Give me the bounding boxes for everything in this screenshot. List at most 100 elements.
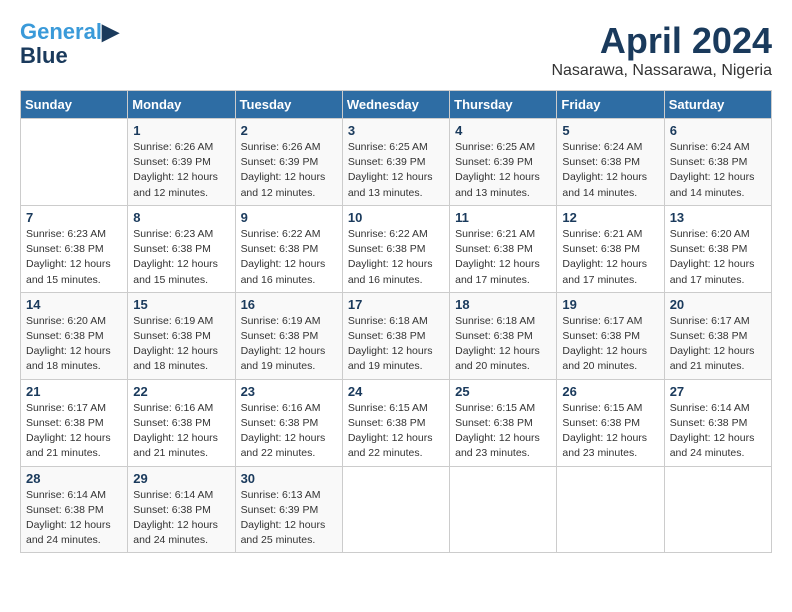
day-info: Sunrise: 6:24 AM Sunset: 6:38 PM Dayligh… xyxy=(670,140,766,201)
day-cell: 4 Sunrise: 6:25 AM Sunset: 6:39 PM Daylig… xyxy=(450,119,557,206)
day-number: 26 xyxy=(562,384,658,399)
day-number: 14 xyxy=(26,297,122,312)
day-cell: 17 Sunrise: 6:18 AM Sunset: 6:38 PM Dayli… xyxy=(342,292,449,379)
day-cell: 25 Sunrise: 6:15 AM Sunset: 6:38 PM Dayli… xyxy=(450,379,557,466)
day-number: 12 xyxy=(562,210,658,225)
day-info: Sunrise: 6:17 AM Sunset: 6:38 PM Dayligh… xyxy=(670,314,766,375)
day-number: 9 xyxy=(241,210,337,225)
day-info: Sunrise: 6:23 AM Sunset: 6:38 PM Dayligh… xyxy=(26,227,122,288)
day-cell: 26Sunrise: 6:15 AM Sunset: 6:38 PM Dayli… xyxy=(557,379,664,466)
day-info: Sunrise: 6:17 AM Sunset: 6:38 PM Dayligh… xyxy=(562,314,658,375)
day-info: Sunrise: 6:26 AM Sunset: 6:39 PM Dayligh… xyxy=(241,140,337,201)
day-info: Sunrise: 6:19 AM Sunset: 6:38 PM Dayligh… xyxy=(241,314,337,375)
day-number: 1 xyxy=(133,123,229,138)
day-number: 30 xyxy=(241,471,337,486)
day-number: 8 xyxy=(133,210,229,225)
day-info: Sunrise: 6:14 AM Sunset: 6:38 PM Dayligh… xyxy=(26,488,122,549)
weekday-header-thursday: Thursday xyxy=(450,91,557,119)
day-number: 4 xyxy=(455,123,551,138)
day-cell: 1 Sunrise: 6:26 AM Sunset: 6:39 PM Daylig… xyxy=(128,119,235,206)
day-cell: 28Sunrise: 6:14 AM Sunset: 6:38 PM Dayli… xyxy=(21,466,128,553)
day-cell: 14 Sunrise: 6:20 AM Sunset: 6:38 PM Dayli… xyxy=(21,292,128,379)
day-info: Sunrise: 6:25 AM Sunset: 6:39 PM Dayligh… xyxy=(455,140,551,201)
page-header: General▶Blue April 2024 Nasarawa, Nassar… xyxy=(20,20,772,80)
title-area: April 2024 Nasarawa, Nassarawa, Nigeria xyxy=(551,20,772,80)
day-cell: 23 Sunrise: 6:16 AM Sunset: 6:38 PM Dayli… xyxy=(235,379,342,466)
day-info: Sunrise: 6:21 AM Sunset: 6:38 PM Dayligh… xyxy=(562,227,658,288)
day-cell: 16 Sunrise: 6:19 AM Sunset: 6:38 PM Dayli… xyxy=(235,292,342,379)
day-cell: 13 Sunrise: 6:20 AM Sunset: 6:38 PM Dayli… xyxy=(664,205,771,292)
day-info: Sunrise: 6:21 AM Sunset: 6:38 PM Dayligh… xyxy=(455,227,551,288)
day-cell: 24Sunrise: 6:15 AM Sunset: 6:38 PM Dayli… xyxy=(342,379,449,466)
day-cell: 29Sunrise: 6:14 AM Sunset: 6:38 PM Dayli… xyxy=(128,466,235,553)
weekday-header-tuesday: Tuesday xyxy=(235,91,342,119)
day-cell: 30 Sunrise: 6:13 AM Sunset: 6:39 PM Dayli… xyxy=(235,466,342,553)
week-row-3: 14 Sunrise: 6:20 AM Sunset: 6:38 PM Dayli… xyxy=(21,292,772,379)
day-number: 3 xyxy=(348,123,444,138)
day-number: 18 xyxy=(455,297,551,312)
day-number: 21 xyxy=(26,384,122,399)
day-number: 17 xyxy=(348,297,444,312)
day-number: 2 xyxy=(241,123,337,138)
weekday-header-friday: Friday xyxy=(557,91,664,119)
day-number: 10 xyxy=(348,210,444,225)
day-cell: 8Sunrise: 6:23 AM Sunset: 6:38 PM Daylig… xyxy=(128,205,235,292)
day-cell: 11 Sunrise: 6:21 AM Sunset: 6:38 PM Dayli… xyxy=(450,205,557,292)
day-cell xyxy=(664,466,771,553)
day-info: Sunrise: 6:20 AM Sunset: 6:38 PM Dayligh… xyxy=(670,227,766,288)
logo-text: General▶Blue xyxy=(20,20,119,68)
day-info: Sunrise: 6:13 AM Sunset: 6:39 PM Dayligh… xyxy=(241,488,337,549)
day-number: 11 xyxy=(455,210,551,225)
day-cell xyxy=(557,466,664,553)
day-number: 20 xyxy=(670,297,766,312)
day-info: Sunrise: 6:14 AM Sunset: 6:38 PM Dayligh… xyxy=(670,401,766,462)
day-info: Sunrise: 6:25 AM Sunset: 6:39 PM Dayligh… xyxy=(348,140,444,201)
weekday-header-saturday: Saturday xyxy=(664,91,771,119)
day-info: Sunrise: 6:16 AM Sunset: 6:38 PM Dayligh… xyxy=(241,401,337,462)
day-info: Sunrise: 6:17 AM Sunset: 6:38 PM Dayligh… xyxy=(26,401,122,462)
calendar-table: SundayMondayTuesdayWednesdayThursdayFrid… xyxy=(20,90,772,553)
day-cell: 22 Sunrise: 6:16 AM Sunset: 6:38 PM Dayli… xyxy=(128,379,235,466)
day-info: Sunrise: 6:16 AM Sunset: 6:38 PM Dayligh… xyxy=(133,401,229,462)
day-cell: 9 Sunrise: 6:22 AM Sunset: 6:38 PM Daylig… xyxy=(235,205,342,292)
day-cell: 27Sunrise: 6:14 AM Sunset: 6:38 PM Dayli… xyxy=(664,379,771,466)
day-number: 5 xyxy=(562,123,658,138)
day-cell xyxy=(450,466,557,553)
weekday-header-monday: Monday xyxy=(128,91,235,119)
day-info: Sunrise: 6:26 AM Sunset: 6:39 PM Dayligh… xyxy=(133,140,229,201)
logo: General▶Blue xyxy=(20,20,119,68)
day-cell: 2 Sunrise: 6:26 AM Sunset: 6:39 PM Daylig… xyxy=(235,119,342,206)
day-info: Sunrise: 6:14 AM Sunset: 6:38 PM Dayligh… xyxy=(133,488,229,549)
day-cell: 10 Sunrise: 6:22 AM Sunset: 6:38 PM Dayli… xyxy=(342,205,449,292)
weekday-header-wednesday: Wednesday xyxy=(342,91,449,119)
day-info: Sunrise: 6:24 AM Sunset: 6:38 PM Dayligh… xyxy=(562,140,658,201)
day-cell: 19 Sunrise: 6:17 AM Sunset: 6:38 PM Dayli… xyxy=(557,292,664,379)
day-info: Sunrise: 6:22 AM Sunset: 6:38 PM Dayligh… xyxy=(241,227,337,288)
day-number: 24 xyxy=(348,384,444,399)
day-info: Sunrise: 6:20 AM Sunset: 6:38 PM Dayligh… xyxy=(26,314,122,375)
day-cell: 15Sunrise: 6:19 AM Sunset: 6:38 PM Dayli… xyxy=(128,292,235,379)
day-cell: 7 Sunrise: 6:23 AM Sunset: 6:38 PM Daylig… xyxy=(21,205,128,292)
location-subtitle: Nasarawa, Nassarawa, Nigeria xyxy=(551,62,772,80)
day-info: Sunrise: 6:22 AM Sunset: 6:38 PM Dayligh… xyxy=(348,227,444,288)
day-number: 22 xyxy=(133,384,229,399)
day-number: 7 xyxy=(26,210,122,225)
week-row-1: 1 Sunrise: 6:26 AM Sunset: 6:39 PM Daylig… xyxy=(21,119,772,206)
day-cell xyxy=(21,119,128,206)
day-info: Sunrise: 6:18 AM Sunset: 6:38 PM Dayligh… xyxy=(348,314,444,375)
day-number: 16 xyxy=(241,297,337,312)
day-info: Sunrise: 6:18 AM Sunset: 6:38 PM Dayligh… xyxy=(455,314,551,375)
day-cell: 18 Sunrise: 6:18 AM Sunset: 6:38 PM Dayli… xyxy=(450,292,557,379)
week-row-4: 21 Sunrise: 6:17 AM Sunset: 6:38 PM Dayli… xyxy=(21,379,772,466)
day-number: 13 xyxy=(670,210,766,225)
weekday-header-row: SundayMondayTuesdayWednesdayThursdayFrid… xyxy=(21,91,772,119)
day-cell: 6 Sunrise: 6:24 AM Sunset: 6:38 PM Daylig… xyxy=(664,119,771,206)
day-number: 25 xyxy=(455,384,551,399)
day-info: Sunrise: 6:15 AM Sunset: 6:38 PM Dayligh… xyxy=(455,401,551,462)
day-number: 6 xyxy=(670,123,766,138)
day-cell: 12 Sunrise: 6:21 AM Sunset: 6:38 PM Dayli… xyxy=(557,205,664,292)
day-number: 19 xyxy=(562,297,658,312)
day-cell: 5 Sunrise: 6:24 AM Sunset: 6:38 PM Daylig… xyxy=(557,119,664,206)
day-number: 23 xyxy=(241,384,337,399)
week-row-5: 28Sunrise: 6:14 AM Sunset: 6:38 PM Dayli… xyxy=(21,466,772,553)
